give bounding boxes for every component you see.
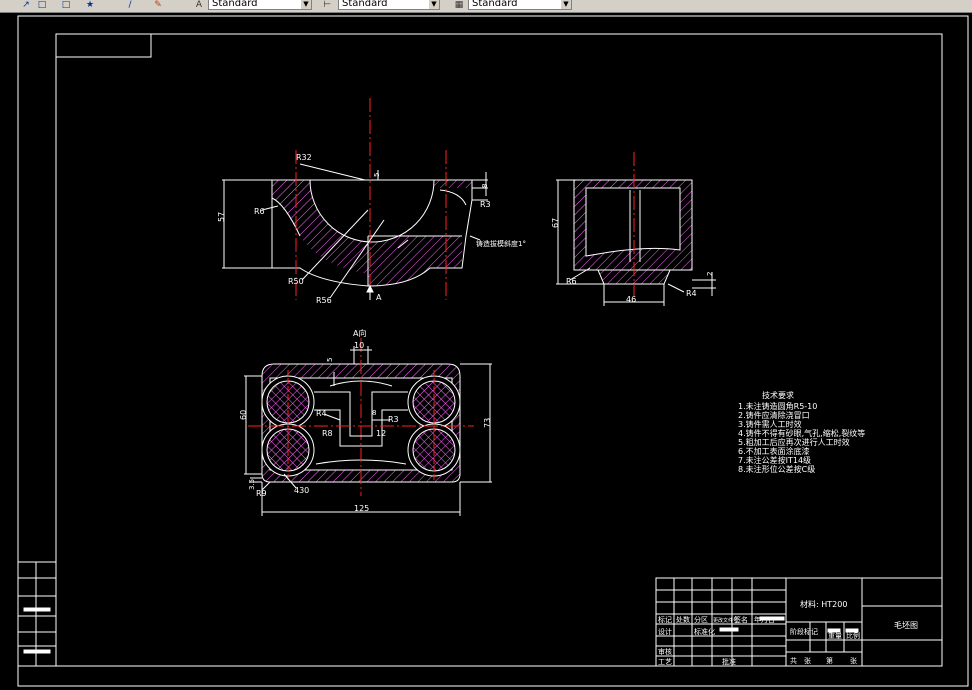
a-view-title: A向 bbox=[353, 328, 366, 338]
table-style-icon[interactable]: ▦ bbox=[452, 0, 466, 10]
square-icon[interactable]: □ bbox=[60, 0, 72, 10]
dim-r8-a: R8 bbox=[322, 429, 333, 438]
dim-r6: R6 bbox=[254, 207, 265, 216]
tb-label-sheet: 张 bbox=[850, 656, 857, 665]
tb-label-no: 第 bbox=[826, 656, 833, 665]
tb-label-approve: 批准 bbox=[722, 657, 736, 666]
dim-r3: R3 bbox=[480, 200, 491, 209]
dim-57: 57 bbox=[217, 212, 226, 222]
dim-8-a: 8 bbox=[372, 409, 376, 417]
tb-label-design: 设计 bbox=[658, 627, 672, 636]
dim-style-value: Standard bbox=[342, 0, 388, 9]
tech-req-item-6: 6.不加工表面涂底漆 bbox=[738, 446, 810, 456]
dim-r6-side: R6 bbox=[566, 277, 577, 286]
a-view[interactable] bbox=[244, 338, 492, 516]
dim-60: 60 bbox=[239, 410, 248, 420]
tb-label-sheets: 张 bbox=[804, 656, 811, 665]
tb-label-total: 共 bbox=[790, 656, 797, 665]
dim-r56: R56 bbox=[316, 296, 332, 305]
dim-r4-side: R4 bbox=[686, 289, 697, 298]
dim-46: 46 bbox=[626, 295, 636, 304]
dim-8: 8 bbox=[481, 184, 489, 188]
dim-67: 67 bbox=[551, 218, 560, 228]
dim-r9: R9 bbox=[256, 489, 267, 498]
tb-label-mark: 标记 bbox=[658, 615, 672, 624]
dim-5-a: 5 bbox=[326, 358, 334, 362]
text-style-select[interactable]: Standard ▼ bbox=[208, 0, 312, 10]
tb-label-review: 审核 bbox=[658, 647, 672, 656]
tb-label-standard: 标准化 bbox=[694, 627, 715, 636]
tech-req-item-7: 7.未注公差按IT14级 bbox=[738, 455, 811, 465]
draft-angle-note: 铸造拔模斜度1° bbox=[476, 239, 526, 248]
tb-label-scale: 比例 bbox=[846, 631, 860, 640]
chevron-down-icon: ▼ bbox=[561, 0, 571, 9]
tech-requirements: 技术要求 1.未注铸造圆角R5-10 2.铸件应清除浇冒口 3.铸件需人工时效 … bbox=[738, 390, 865, 474]
tb-label-count: 处数 bbox=[676, 615, 690, 624]
tech-req-item-8: 8.未注形位公差按C级 bbox=[738, 464, 815, 474]
tb-label-weight: 重量 bbox=[828, 632, 842, 640]
dim-12: 12 bbox=[376, 429, 386, 438]
star-icon[interactable]: ★ bbox=[84, 0, 96, 10]
front-view[interactable] bbox=[222, 98, 488, 300]
dim-style-select[interactable]: Standard ▼ bbox=[338, 0, 440, 10]
drawing-name: 毛坯图 bbox=[894, 620, 918, 630]
table-style-select[interactable]: Standard ▼ bbox=[468, 0, 572, 10]
text-style-icon[interactable]: A bbox=[192, 0, 206, 10]
pencil-icon[interactable]: / bbox=[124, 0, 136, 10]
dim-2: 2 bbox=[706, 272, 714, 276]
dim-style-icon[interactable]: ⊢ bbox=[320, 0, 334, 10]
tb-label-date: 年月日 bbox=[754, 615, 775, 624]
table-style-value: Standard bbox=[472, 0, 518, 9]
outer-border bbox=[17, 15, 969, 687]
tech-req-item-1: 1.未注铸造圆角R5-10 bbox=[738, 401, 817, 411]
dim-r32: R32 bbox=[296, 153, 312, 162]
tb-label-stage: 阶段标记 bbox=[790, 627, 818, 636]
dim-r50: R50 bbox=[288, 277, 304, 286]
dim-430: 430 bbox=[294, 486, 309, 495]
drawing-canvas[interactable]: R32 5 8 R3 R6 57 R50 R56 A 铸造拔模斜度1° 67 R… bbox=[0, 12, 972, 690]
tb-label-zone: 分区 bbox=[694, 615, 708, 624]
inner-border bbox=[55, 33, 943, 667]
left-strip-table bbox=[17, 561, 57, 667]
corner-label-box bbox=[55, 33, 152, 58]
chevron-down-icon: ▼ bbox=[301, 0, 311, 9]
dim-3-5: 3.5 bbox=[248, 479, 256, 490]
tech-req-title: 技术要求 bbox=[762, 390, 794, 400]
side-view[interactable] bbox=[556, 152, 716, 306]
rectangle-icon[interactable]: □ bbox=[36, 0, 48, 10]
chevron-down-icon: ▼ bbox=[429, 0, 439, 9]
section-a-label: A bbox=[376, 293, 382, 302]
material-label: 材料: HT200 bbox=[800, 599, 847, 609]
dim-r4-a: R4 bbox=[316, 409, 327, 418]
dim-73: 73 bbox=[483, 418, 492, 428]
pointer-icon[interactable]: ↗ bbox=[20, 0, 32, 10]
dim-r3-a: R3 bbox=[388, 415, 399, 424]
dim-5: 5 bbox=[373, 173, 381, 177]
tech-req-item-5: 5.粗加工后应再次进行人工时效 bbox=[738, 437, 850, 447]
tech-req-item-4: 4.铸件不得有砂眼,气孔,缩松,裂纹等 bbox=[738, 428, 865, 438]
dim-10: 10 bbox=[354, 341, 364, 350]
tb-label-process: 工艺 bbox=[658, 658, 672, 666]
tb-label-sign: 签名 bbox=[734, 615, 748, 624]
text-style-value: Standard bbox=[212, 0, 258, 9]
dim-125: 125 bbox=[354, 504, 369, 513]
tech-req-item-2: 2.铸件应清除浇冒口 bbox=[738, 410, 810, 420]
paint-icon[interactable]: ✎ bbox=[152, 0, 164, 10]
tech-req-item-3: 3.铸件需人工时效 bbox=[738, 419, 802, 429]
